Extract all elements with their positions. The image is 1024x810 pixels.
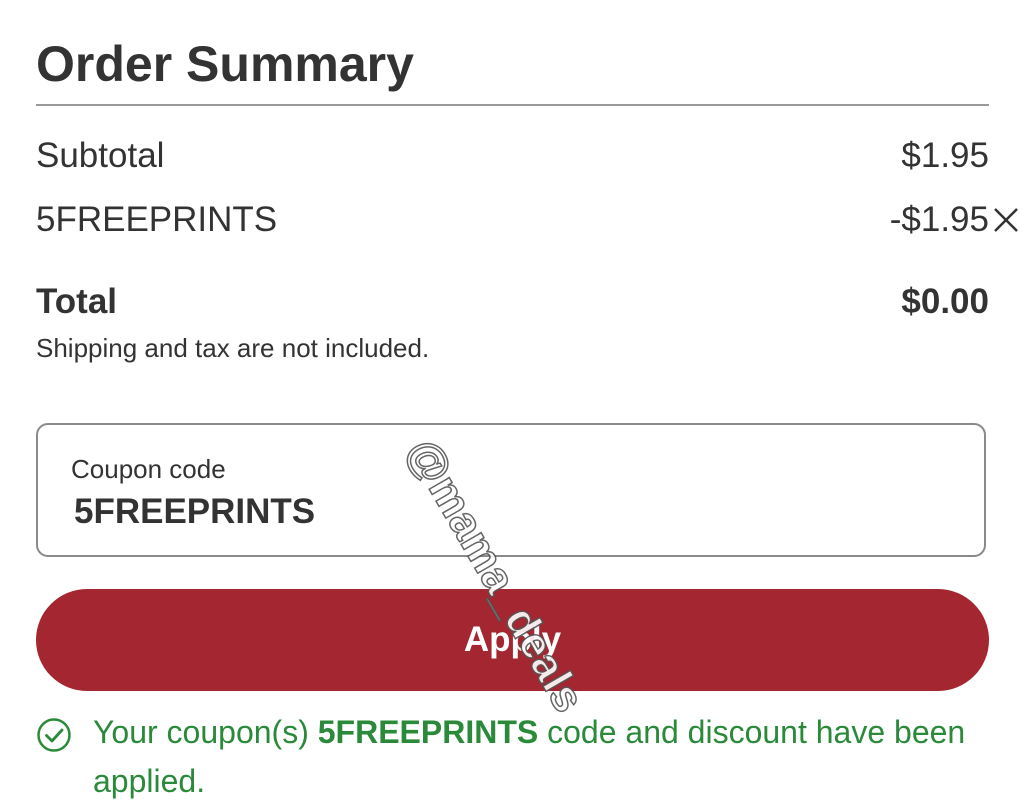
discount-code-label: 5FREEPRINTS (36, 200, 278, 239)
shipping-tax-note: Shipping and tax are not included. (36, 333, 430, 363)
subtotal-value: $1.95 (901, 136, 989, 175)
page-title: Order Summary (36, 36, 414, 92)
coupon-code-input[interactable] (74, 489, 924, 535)
success-coupon-code: 5FREEPRINTS (317, 714, 539, 750)
subtotal-label: Subtotal (36, 136, 165, 175)
check-circle-icon (36, 717, 72, 753)
success-text: Your coupon(s) 5FREEPRINTS code and disc… (93, 708, 993, 806)
coupon-code-label: Coupon code (71, 454, 226, 484)
discount-value: -$1.95 (889, 200, 989, 239)
close-icon[interactable] (991, 202, 1021, 238)
order-summary-page: Order Summary Subtotal $1.95 5FREEPRINTS… (0, 0, 1024, 810)
total-row: Total $0.00 (36, 280, 989, 324)
coupon-code-field[interactable]: Coupon code (36, 423, 986, 557)
divider (36, 104, 989, 106)
success-text-prefix: Your coupon(s) (93, 714, 318, 750)
apply-button[interactable]: Apply (36, 589, 989, 691)
total-value: $0.00 (901, 282, 989, 321)
discount-row: 5FREEPRINTS -$1.95 (36, 198, 989, 242)
subtotal-row: Subtotal $1.95 (36, 134, 989, 178)
total-label: Total (36, 282, 118, 321)
